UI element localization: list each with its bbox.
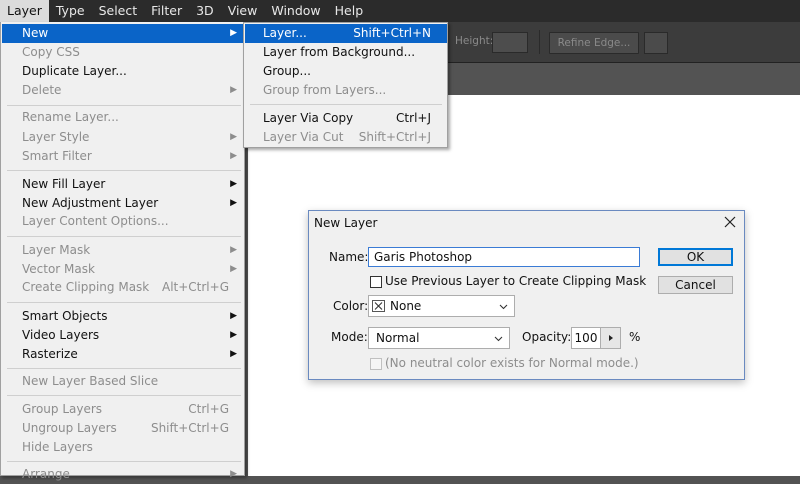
- close-icon[interactable]: [723, 215, 737, 229]
- menu-item-delete[interactable]: Delete ▶: [2, 81, 243, 100]
- mode-value: Normal: [376, 331, 420, 345]
- name-label: Name:: [329, 250, 369, 264]
- layer-menu: New ▶ Copy CSS Duplicate Layer... Delete ▶…: [0, 22, 245, 481]
- options-divider: [539, 30, 540, 54]
- menu-item-layer-mask[interactable]: Layer Mask ▶: [2, 241, 243, 260]
- color-value: None: [390, 299, 422, 313]
- submenu-arrow-icon: ▶: [230, 330, 237, 340]
- submenu-arrow-icon: ▶: [230, 349, 237, 359]
- menu-item-group-layers[interactable]: Group Layers Ctrl+G: [2, 400, 243, 419]
- menu-help[interactable]: Help: [328, 0, 371, 22]
- menu-item-create-clipping-mask[interactable]: Create Clipping Mask Alt+Ctrl+G: [2, 278, 243, 297]
- menu-item-duplicate-layer[interactable]: Duplicate Layer...: [2, 62, 243, 81]
- color-label: Color:: [333, 299, 369, 313]
- menu-item-vector-mask[interactable]: Vector Mask ▶: [2, 260, 243, 279]
- menu-select[interactable]: Select: [92, 0, 145, 22]
- menu-item-ungroup-layers[interactable]: Ungroup Layers Shift+Ctrl+G: [2, 419, 243, 438]
- menu-separator: [7, 105, 241, 106]
- submenu-item-group[interactable]: Group...: [245, 62, 447, 81]
- no-color-swatch-icon: [372, 300, 385, 312]
- menu-item-rasterize[interactable]: Rasterize ▶: [2, 345, 243, 364]
- menu-item-arrange[interactable]: Arrange ▶: [2, 465, 243, 484]
- submenu-item-group-from-layers[interactable]: Group from Layers...: [245, 81, 447, 100]
- menu-bar: Layer Type Select Filter 3D View Window …: [0, 0, 800, 22]
- refine-edge-button[interactable]: Refine Edge...: [549, 32, 639, 54]
- menu-layer[interactable]: Layer: [0, 0, 49, 22]
- menu-item-new-adjustment-layer[interactable]: New Adjustment Layer ▶: [2, 194, 243, 213]
- new-layer-dialog: New Layer Name: Use Previous Layer to Cr…: [308, 210, 745, 380]
- clipping-mask-label: Use Previous Layer to Create Clipping Ma…: [385, 274, 647, 288]
- triangle-right-icon: [609, 335, 613, 341]
- options-field[interactable]: [644, 32, 668, 54]
- submenu-arrow-icon: ▶: [230, 264, 237, 274]
- height-label: Height:: [455, 35, 494, 47]
- submenu-item-layer-via-cut[interactable]: Layer Via Cut Shift+Ctrl+J: [245, 128, 447, 147]
- clipping-mask-checkbox[interactable]: [370, 276, 382, 288]
- menu-separator: [7, 302, 241, 303]
- color-select[interactable]: None: [368, 295, 515, 317]
- menu-filter[interactable]: Filter: [144, 0, 189, 22]
- chevron-down-icon: [499, 304, 508, 310]
- menu-item-smart-filter[interactable]: Smart Filter ▶: [2, 147, 243, 166]
- menu-separator: [7, 170, 241, 171]
- dialog-title: New Layer: [314, 216, 378, 230]
- submenu-arrow-icon: ▶: [230, 179, 237, 189]
- menu-separator: [7, 461, 241, 462]
- submenu-arrow-icon: ▶: [230, 28, 237, 38]
- submenu-arrow-icon: ▶: [230, 151, 237, 161]
- chevron-down-icon: [494, 336, 503, 342]
- menu-item-rename-layer[interactable]: Rename Layer...: [2, 108, 243, 127]
- opacity-slider-button[interactable]: [601, 327, 621, 349]
- menu-separator: [7, 368, 241, 369]
- neutral-color-label: (No neutral color exists for Normal mode…: [385, 356, 639, 370]
- name-input[interactable]: [368, 247, 640, 267]
- submenu-arrow-icon: ▶: [230, 132, 237, 142]
- menu-view[interactable]: View: [221, 0, 265, 22]
- menu-item-new-layer-based-slice[interactable]: New Layer Based Slice: [2, 372, 243, 391]
- submenu-item-layer-via-copy[interactable]: Layer Via Copy Ctrl+J: [245, 109, 447, 128]
- opacity-input[interactable]: 100: [571, 327, 601, 349]
- opacity-label: Opacity:: [522, 330, 572, 344]
- new-submenu: Layer... Shift+Ctrl+N Layer from Backgrou…: [243, 22, 448, 148]
- menu-item-new[interactable]: New ▶: [2, 24, 243, 43]
- menu-item-new-fill-layer[interactable]: New Fill Layer ▶: [2, 175, 243, 194]
- menu-item-copy-css[interactable]: Copy CSS: [2, 43, 243, 62]
- menu-type[interactable]: Type: [49, 0, 92, 22]
- menu-separator: [7, 236, 241, 237]
- menu-3d[interactable]: 3D: [189, 0, 221, 22]
- menu-window[interactable]: Window: [264, 0, 327, 22]
- menu-separator: [7, 395, 241, 396]
- menu-item-layer-content-options[interactable]: Layer Content Options...: [2, 212, 243, 231]
- submenu-item-layer-from-background[interactable]: Layer from Background...: [245, 43, 447, 62]
- cancel-button[interactable]: Cancel: [658, 276, 733, 294]
- opacity-unit: %: [629, 330, 641, 344]
- submenu-arrow-icon: ▶: [230, 469, 237, 479]
- submenu-arrow-icon: ▶: [230, 311, 237, 321]
- submenu-arrow-icon: ▶: [230, 245, 237, 255]
- menu-separator: [250, 104, 442, 105]
- neutral-color-checkbox[interactable]: [370, 358, 382, 370]
- menu-item-smart-objects[interactable]: Smart Objects ▶: [2, 307, 243, 326]
- mode-label: Mode:: [331, 330, 368, 344]
- menu-item-layer-style[interactable]: Layer Style ▶: [2, 128, 243, 147]
- menu-item-hide-layers[interactable]: Hide Layers: [2, 438, 243, 457]
- submenu-item-layer[interactable]: Layer... Shift+Ctrl+N: [245, 24, 447, 43]
- menu-item-video-layers[interactable]: Video Layers ▶: [2, 326, 243, 345]
- height-field[interactable]: [492, 32, 528, 53]
- submenu-arrow-icon: ▶: [230, 198, 237, 208]
- submenu-arrow-icon: ▶: [230, 85, 237, 95]
- mode-select[interactable]: Normal: [368, 327, 510, 349]
- ok-button[interactable]: OK: [658, 248, 733, 266]
